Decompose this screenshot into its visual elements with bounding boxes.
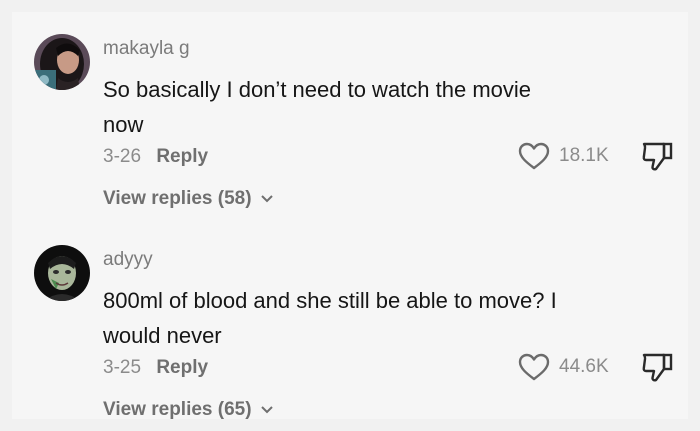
like-count: 44.6K — [559, 356, 609, 377]
chevron-down-icon — [260, 188, 274, 210]
view-replies-label: View replies (65) — [103, 399, 252, 420]
view-replies-button[interactable]: View replies (58) — [103, 188, 274, 210]
like-count: 18.1K — [559, 145, 609, 166]
comment-text: So basically I don’t need to watch the m… — [103, 77, 532, 137]
reply-button[interactable]: Reply — [156, 146, 208, 167]
heart-outline-icon — [518, 353, 550, 381]
thumbs-down-icon — [642, 142, 673, 171]
chevron-down-icon — [260, 399, 274, 421]
comment-meta: 3-25 Reply — [103, 357, 208, 379]
like-button[interactable]: 44.6K — [517, 351, 609, 383]
avatar[interactable] — [34, 34, 90, 90]
like-button[interactable]: 18.1K — [517, 140, 609, 172]
dislike-button[interactable] — [640, 140, 674, 172]
view-replies-button[interactable]: View replies (65) — [103, 399, 274, 421]
reply-button[interactable]: Reply — [156, 357, 208, 378]
comments-panel: makayla g So basically I don’t need to w… — [12, 12, 688, 421]
avatar[interactable] — [34, 245, 90, 301]
view-replies-label: View replies (58) — [103, 188, 252, 209]
heart-outline-icon — [518, 142, 550, 170]
comment-date: 3-26 — [103, 146, 142, 167]
avatar-image — [34, 34, 90, 90]
comment-text: 800ml of blood and she still be able to … — [103, 288, 557, 348]
comment-meta: 3-26 Reply — [103, 146, 208, 168]
comment-date: 3-25 — [103, 357, 142, 378]
dislike-button[interactable] — [640, 351, 674, 383]
thumbs-down-icon — [642, 353, 673, 382]
avatar-image — [34, 245, 90, 301]
username[interactable]: adyyy — [103, 249, 153, 271]
username[interactable]: makayla g — [103, 38, 190, 60]
